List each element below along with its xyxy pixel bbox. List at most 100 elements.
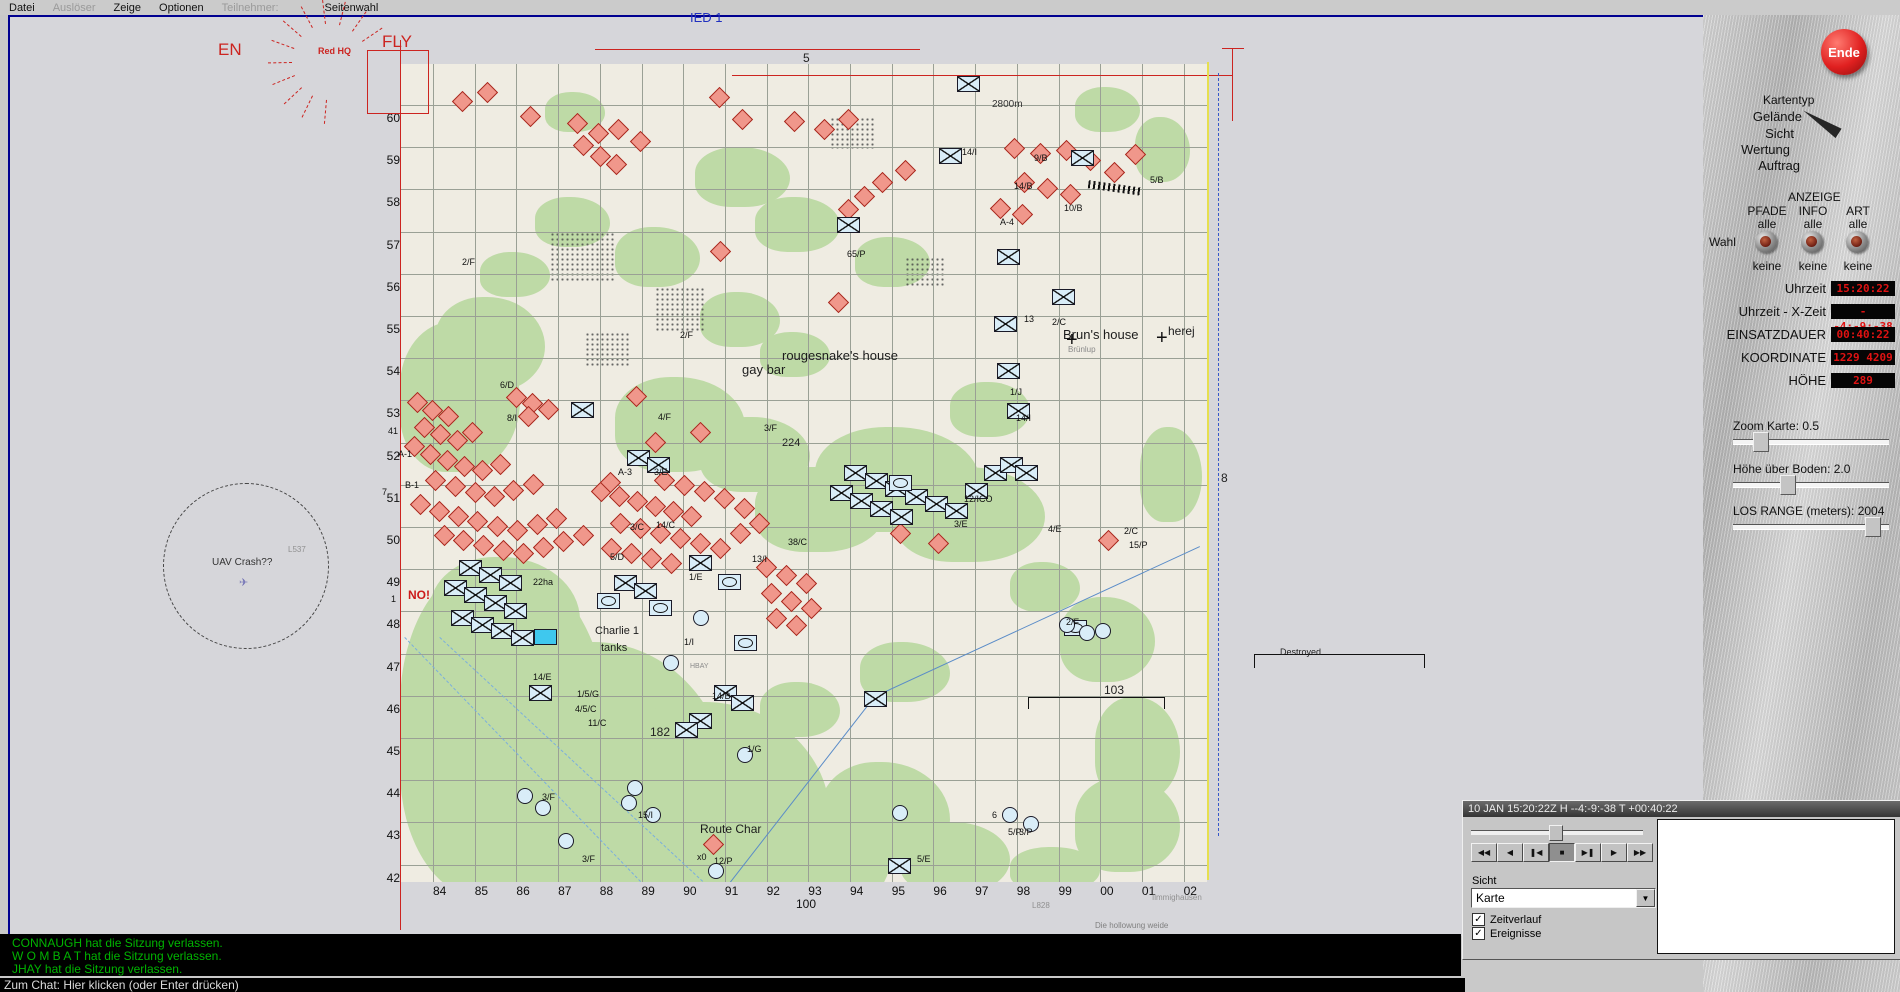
friendly-infantry-symbol[interactable] xyxy=(1052,289,1075,305)
enemy-unit-symbol[interactable] xyxy=(690,533,711,554)
friendly-infantry-symbol[interactable] xyxy=(571,402,594,418)
enemy-unit-symbol[interactable] xyxy=(553,531,574,552)
friendly-support-symbol[interactable] xyxy=(535,800,551,816)
enemy-unit-symbol[interactable] xyxy=(546,508,567,529)
enemy-unit-symbol[interactable] xyxy=(1004,138,1025,159)
enemy-unit-symbol[interactable] xyxy=(734,498,755,519)
kartentyp-option-gelaende[interactable]: Gelände xyxy=(1753,109,1802,124)
friendly-support-symbol[interactable] xyxy=(663,655,679,671)
friendly-support-symbol[interactable] xyxy=(1023,816,1039,832)
enemy-unit-symbol[interactable] xyxy=(627,491,648,512)
friendly-infantry-symbol[interactable] xyxy=(499,575,522,591)
enemy-unit-symbol[interactable] xyxy=(410,494,431,515)
enemy-unit-symbol[interactable] xyxy=(601,538,622,559)
friendly-infantry-symbol[interactable] xyxy=(511,630,534,646)
enemy-unit-symbol[interactable] xyxy=(608,119,629,140)
playback-button-rewind[interactable]: ◀◀ xyxy=(1471,843,1497,862)
enemy-unit-symbol[interactable] xyxy=(663,501,684,522)
slider-thumb-1[interactable] xyxy=(1780,475,1796,495)
kartentyp-option-auftrag[interactable]: Auftrag xyxy=(1758,158,1800,173)
enemy-unit-symbol[interactable] xyxy=(425,470,446,491)
chat-input-hint-bar[interactable]: Zum Chat: Hier klicken (oder Enter drück… xyxy=(0,978,1465,992)
selected-friendly-symbol[interactable] xyxy=(534,629,557,645)
friendly-infantry-symbol[interactable] xyxy=(1015,465,1038,481)
kartentyp-option-sicht[interactable]: Sicht xyxy=(1765,126,1794,141)
friendly-support-symbol[interactable] xyxy=(645,807,661,823)
enemy-unit-symbol[interactable] xyxy=(503,480,524,501)
friendly-support-symbol[interactable] xyxy=(892,805,908,821)
enemy-unit-symbol[interactable] xyxy=(477,82,498,103)
enemy-unit-symbol[interactable] xyxy=(1037,178,1058,199)
playback-button-fast-forward[interactable]: ▶▶ xyxy=(1627,843,1653,862)
enemy-unit-symbol[interactable] xyxy=(484,486,505,507)
enemy-unit-symbol[interactable] xyxy=(448,506,469,527)
enemy-unit-symbol[interactable] xyxy=(1060,184,1081,205)
friendly-infantry-symbol[interactable] xyxy=(997,363,1020,379)
friendly-support-symbol[interactable] xyxy=(1002,807,1018,823)
enemy-unit-symbol[interactable] xyxy=(434,525,455,546)
enemy-unit-symbol[interactable] xyxy=(641,548,662,569)
info-knob[interactable] xyxy=(1801,231,1823,253)
enemy-unit-symbol[interactable] xyxy=(895,160,916,181)
enemy-unit-symbol[interactable] xyxy=(533,537,554,558)
friendly-support-symbol[interactable] xyxy=(1059,617,1075,633)
friendly-infantry-symbol[interactable] xyxy=(689,555,712,571)
playback-button-play[interactable]: ▶ xyxy=(1601,843,1627,862)
enemy-unit-symbol[interactable] xyxy=(473,535,494,556)
enemy-unit-symbol[interactable] xyxy=(732,109,753,130)
enemy-unit-symbol[interactable] xyxy=(527,514,548,535)
checkbox-zeitverlauf-box[interactable]: ✓ xyxy=(1472,913,1485,926)
friendly-infantry-symbol[interactable] xyxy=(504,603,527,619)
enemy-unit-symbol[interactable] xyxy=(784,111,805,132)
friendly-armor-symbol[interactable] xyxy=(889,475,912,491)
end-button[interactable]: Ende xyxy=(1821,29,1867,75)
friendly-support-symbol[interactable] xyxy=(1079,625,1095,641)
enemy-unit-symbol[interactable] xyxy=(674,475,695,496)
friendly-support-symbol[interactable] xyxy=(517,788,533,804)
slider-thumb-2[interactable] xyxy=(1865,517,1881,537)
enemy-unit-symbol[interactable] xyxy=(610,513,631,534)
enemy-unit-symbol[interactable] xyxy=(1012,204,1033,225)
enemy-unit-symbol[interactable] xyxy=(654,470,675,491)
view-dropdown[interactable]: Karte ▼ xyxy=(1471,888,1656,908)
friendly-infantry-symbol[interactable] xyxy=(634,583,657,599)
enemy-unit-symbol[interactable] xyxy=(1104,162,1125,183)
enemy-unit-symbol[interactable] xyxy=(796,573,817,594)
friendly-infantry-symbol[interactable] xyxy=(1007,403,1030,419)
kartentyp-needle-pointer[interactable] xyxy=(1800,105,1843,140)
playback-button-reverse-play[interactable]: ◀ xyxy=(1497,843,1523,862)
enemy-unit-symbol[interactable] xyxy=(756,557,777,578)
enemy-unit-symbol[interactable] xyxy=(630,131,651,152)
enemy-unit-symbol[interactable] xyxy=(645,496,666,517)
friendly-infantry-symbol[interactable] xyxy=(864,691,887,707)
friendly-infantry-symbol[interactable] xyxy=(965,483,988,499)
friendly-support-symbol[interactable] xyxy=(708,863,724,879)
playback-button-step-back[interactable]: ❚◀ xyxy=(1523,843,1549,862)
pfade-knob[interactable] xyxy=(1755,231,1777,253)
timeline-slider[interactable] xyxy=(1471,825,1643,839)
enemy-unit-symbol[interactable] xyxy=(467,511,488,532)
enemy-unit-symbol[interactable] xyxy=(445,476,466,497)
playback-button-stop[interactable]: ■ xyxy=(1549,843,1575,862)
friendly-infantry-symbol[interactable] xyxy=(529,685,552,701)
friendly-infantry-symbol[interactable] xyxy=(997,249,1020,265)
friendly-armor-symbol[interactable] xyxy=(597,593,620,609)
enemy-unit-symbol[interactable] xyxy=(786,615,807,636)
friendly-armor-symbol[interactable] xyxy=(649,600,672,616)
kartentyp-option-wertung[interactable]: Wertung xyxy=(1741,142,1790,157)
enemy-unit-symbol[interactable] xyxy=(710,538,731,559)
menu-item-optionen[interactable]: Optionen xyxy=(150,2,213,14)
playback-button-step-forward[interactable]: ▶❚ xyxy=(1575,843,1601,862)
menu-item-zeige[interactable]: Zeige xyxy=(104,2,150,14)
friendly-infantry-symbol[interactable] xyxy=(888,858,911,874)
friendly-support-symbol[interactable] xyxy=(693,610,709,626)
menu-item-datei[interactable]: Datei xyxy=(0,2,44,14)
friendly-support-symbol[interactable] xyxy=(737,747,753,763)
enemy-unit-symbol[interactable] xyxy=(487,516,508,537)
enemy-unit-symbol[interactable] xyxy=(630,518,651,539)
chevron-down-icon[interactable]: ▼ xyxy=(1636,889,1655,907)
enemy-unit-symbol[interactable] xyxy=(828,292,849,313)
enemy-unit-symbol[interactable] xyxy=(776,565,797,586)
enemy-unit-symbol[interactable] xyxy=(520,106,541,127)
friendly-armor-symbol[interactable] xyxy=(734,635,757,651)
